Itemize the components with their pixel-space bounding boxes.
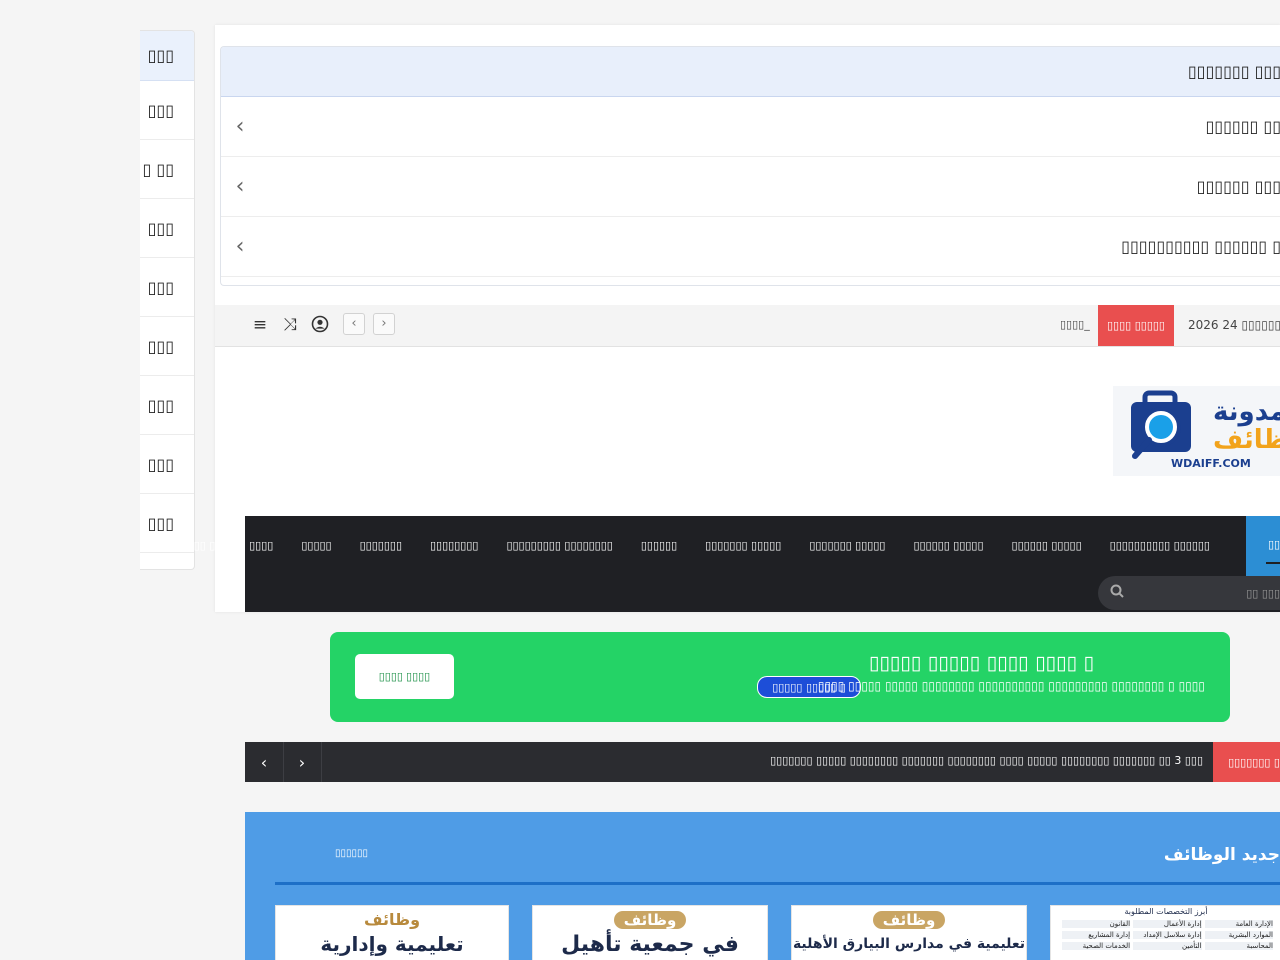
sidebar-list: ▯▯▯ ▯▯▯ ▯ ▯▯ ▯▯▯ ▯▯▯ ▯▯▯ ▯▯▯ ▯▯▯ ▯▯▯ — [140, 30, 195, 570]
sidebar-item[interactable]: ▯▯▯ — [140, 199, 194, 258]
section-more-link[interactable]: ▯▯▯▯▯▯ — [335, 848, 368, 859]
section-title: جديد الوظائف — [1163, 845, 1280, 865]
current-date: 2026 24 ▯▯▯▯▯▯ , — [1188, 318, 1280, 332]
nav-item[interactable]: ▯▯▯▯▯▯ ▯▯▯▯▯ — [913, 539, 983, 552]
accordion-row[interactable]: ‹ ▯▯▯▯▯▯ ▯▯ — [221, 97, 1280, 157]
nav-item[interactable]: ▯▯▯▯▯▯▯ — [360, 539, 402, 552]
search-input[interactable]: ▯▯ ▯▯▯ — [1098, 576, 1280, 610]
sidebar-item[interactable]: ▯ ▯▯ — [140, 140, 194, 199]
specialty-item: الإدارة العامة — [1204, 920, 1273, 928]
specialty-item: إدارة الأعمال — [1133, 920, 1202, 928]
sidebar-item-label: ▯▯▯ — [147, 336, 174, 356]
sidebar-item[interactable]: ▯▯▯ — [140, 31, 194, 81]
specialty-item: الموارد البشرية — [1204, 931, 1273, 939]
accordion-row-label: ▯▯▯▯▯▯ ▯▯ — [1205, 117, 1280, 136]
nav-item[interactable]: ▯▯▯▯▯▯▯▯▯▯ ▯▯▯▯▯▯ — [1110, 539, 1210, 552]
specialty-item: المحاسبة — [1204, 942, 1273, 950]
accordion-row[interactable]: ‹ ▯▯▯▯▯▯ ▯▯▯ — [221, 157, 1280, 217]
sidebar-item-label: ▯▯▯ — [147, 513, 174, 533]
nav-item-active-label: ▯▯▯▯ — [1268, 538, 1280, 551]
specialty-item: القانون — [1061, 920, 1131, 928]
accordion-header[interactable]: ▯▯▯▯▯▯▯ ▯▯▯ — [221, 47, 1280, 97]
promo-banner: ▯▯▯▯ ▯▯▯▯ ▯▯▯▯▯ ▯▯▯▯▯ ▯▯▯▯ ▯▯▯▯ ▯ ▯▯▯▯▯ … — [330, 632, 1230, 722]
job-card[interactable]: وظائف في جمعية تأهيل — [532, 905, 768, 960]
ticker-label: ▯▯▯▯▯▯▯ ▯ — [1213, 742, 1280, 782]
shuffle-icon[interactable]: ⤨ — [280, 315, 300, 335]
card-kicker: أبرز التخصصات المطلوبة — [1124, 907, 1208, 916]
job-card[interactable]: أبرز التخصصات المطلوبة الإدارة العامة إد… — [1050, 905, 1280, 960]
nav-item-active[interactable]: ▯▯▯▯ — [1246, 516, 1280, 580]
nav-items: ▯▯▯▯▯▯▯▯▯▯ ▯▯▯▯▯▯ ▯▯▯▯▯▯ ▯▯▯▯▯ ▯▯▯▯▯▯ ▯▯… — [172, 516, 1210, 574]
card-kicker: وظائف — [872, 911, 946, 929]
accordion-row[interactable]: ‹ ▯▯▯▯▯▯▯▯▯▯ ▯▯▯▯▯▯ ▯ — [221, 217, 1280, 277]
section-divider — [275, 882, 1280, 885]
ticker-prev-button[interactable]: ‹ — [245, 742, 284, 782]
hamburger-menu-icon[interactable]: ≡ — [250, 315, 270, 335]
banner-title: ▯▯▯▯▯ ▯▯▯▯▯ ▯▯▯▯ ▯▯▯▯ ▯ — [868, 652, 1094, 674]
latest-jobs-section: جديد الوظائف ▯▯▯▯▯▯ وظائف تعليمية وإداري… — [245, 812, 1280, 960]
sidebar-item-label: ▯ ▯▯ — [142, 159, 175, 179]
sidebar-item-label: ▯▯▯ — [147, 100, 174, 120]
nav-item[interactable]: ▯▯▯ ▯▯ ▯▯▯▯▯▯ ▯▯▯▯ — [172, 539, 273, 552]
ticker-next-button[interactable]: › — [283, 742, 322, 782]
main-panel: ▯▯▯▯▯▯▯ ▯▯▯ ‹ ▯▯▯▯▯▯ ▯▯ ‹ ▯▯▯▯▯▯ ▯▯▯ ‹ ▯… — [172, 25, 1280, 612]
sidebar-item[interactable]: ▯▯▯ — [140, 317, 194, 376]
ticker-prev-button[interactable]: ‹ — [343, 313, 365, 335]
breaking-news-label: ▯▯▯▯ ▯▯▯▯▯ — [1098, 305, 1174, 346]
news-ticker: ‹ › ▯▯▯▯▯▯▯ ▯▯▯▯▯ ▯▯▯▯▯▯▯▯ ▯▯▯▯▯▯▯ ▯▯▯▯▯… — [245, 742, 1280, 782]
ticker-next-button[interactable]: › — [373, 313, 395, 335]
nav-item[interactable]: ▯▯▯▯▯ — [301, 539, 331, 552]
specialty-item: إدارة المشاريع — [1061, 931, 1131, 939]
card-kicker: وظائف — [613, 911, 687, 929]
site-logo[interactable]: مدونة ظائف WDAIFF.COM — [1113, 386, 1280, 476]
nav-item[interactable]: ▯▯▯▯▯▯▯▯▯ ▯▯▯▯▯▯▯▯ — [506, 539, 612, 552]
search-placeholder: ▯▯ ▯▯▯ — [1246, 586, 1280, 600]
sidebar-item-label: ▯▯▯ — [147, 46, 174, 65]
accordion-row-label: ▯▯▯▯▯▯▯▯▯▯ ▯▯▯▯▯▯ ▯ — [1121, 237, 1280, 256]
specialty-item: التأمين — [1133, 942, 1202, 950]
search-icon[interactable] — [1110, 584, 1124, 602]
sidebar-item-label: ▯▯▯ — [147, 454, 174, 474]
job-card[interactable]: وظائف تعليمية وإدارية — [275, 905, 509, 960]
ticker-headline[interactable]: ▯▯▯▯▯▯▯ ▯▯▯▯▯ ▯▯▯▯▯▯▯▯ ▯▯▯▯▯▯▯ ▯▯▯▯▯▯▯▯ … — [770, 754, 1203, 767]
logo-domain: WDAIFF.COM — [1171, 457, 1251, 470]
specialty-item: إدارة سلاسل الإمداد — [1133, 931, 1202, 939]
logo-line2: ظائف — [1213, 425, 1280, 455]
sidebar-item[interactable]: ▯▯▯ — [140, 258, 194, 317]
nav-item[interactable]: ▯▯▯▯▯▯ ▯▯▯▯▯ — [1012, 539, 1082, 552]
chevron-left-icon[interactable]: ‹ — [221, 114, 255, 139]
sidebar-item-label: ▯▯▯ — [147, 395, 174, 415]
user-icon[interactable] — [310, 315, 330, 335]
card-headline: تعليمية في مدارس البيارق الأهلية — [792, 936, 1026, 952]
nav-item[interactable]: ▯▯▯▯▯▯ — [641, 539, 677, 552]
accordion-row-label: ▯▯▯▯▯▯ ▯▯▯ — [1196, 177, 1280, 196]
accordion-header-label: ▯▯▯▯▯▯▯ ▯▯▯ — [1187, 62, 1280, 81]
main-nav: ▯▯▯▯▯▯▯▯▯▯ ▯▯▯▯▯▯ ▯▯▯▯▯▯ ▯▯▯▯▯ ▯▯▯▯▯▯ ▯▯… — [172, 516, 1280, 612]
sidebar-item[interactable]: ▯▯▯ — [140, 435, 194, 494]
sidebar-item[interactable]: ▯▯▯ — [140, 376, 194, 435]
sidebar-item-label: ▯▯▯ — [147, 218, 174, 238]
specialty-item: الخدمات الصحية — [1061, 942, 1131, 950]
accordion: ▯▯▯▯▯▯▯ ▯▯▯ ‹ ▯▯▯▯▯▯ ▯▯ ‹ ▯▯▯▯▯▯ ▯▯▯ ‹ ▯… — [220, 46, 1280, 286]
nav-item[interactable]: ▯▯▯▯▯▯▯▯ — [430, 539, 478, 552]
ticker-text[interactable]: ▯▯▯▯_ — [1060, 318, 1090, 331]
sidebar-item-label: ▯▯▯ — [147, 277, 174, 297]
nav-item[interactable]: ▯▯▯▯▯▯▯ ▯▯▯▯▯ — [705, 539, 781, 552]
card-headline: في جمعية تأهيل — [561, 932, 739, 957]
banner-subtitle: ▯▯▯▯ ▯▯▯▯▯ ▯▯▯▯▯ ▯▯▯▯▯▯▯▯ ▯▯▯▯▯▯▯▯▯▯ ▯▯▯… — [817, 679, 1205, 693]
top-bar: ≡ ⤨ ‹ › ▯▯▯▯_ ▯▯▯▯ ▯▯▯▯▯ 2026 24 ▯▯▯▯▯▯ … — [215, 305, 1280, 347]
sidebar-item[interactable]: ▯▯▯ — [140, 81, 194, 140]
logo-line1: مدونة — [1213, 397, 1280, 427]
active-underline — [1266, 562, 1280, 564]
card-kicker: وظائف — [363, 910, 421, 929]
card-headline: تعليمية وإدارية — [320, 932, 464, 956]
job-card[interactable]: وظائف تعليمية في مدارس البيارق الأهلية — [791, 905, 1027, 960]
chevron-left-icon[interactable]: ‹ — [221, 174, 255, 199]
chevron-left-icon[interactable]: ‹ — [221, 234, 255, 259]
nav-item[interactable]: ▯▯▯▯▯▯▯ ▯▯▯▯▯ — [809, 539, 885, 552]
banner-action-button[interactable]: ▯▯▯▯ ▯▯▯▯ — [355, 654, 454, 699]
